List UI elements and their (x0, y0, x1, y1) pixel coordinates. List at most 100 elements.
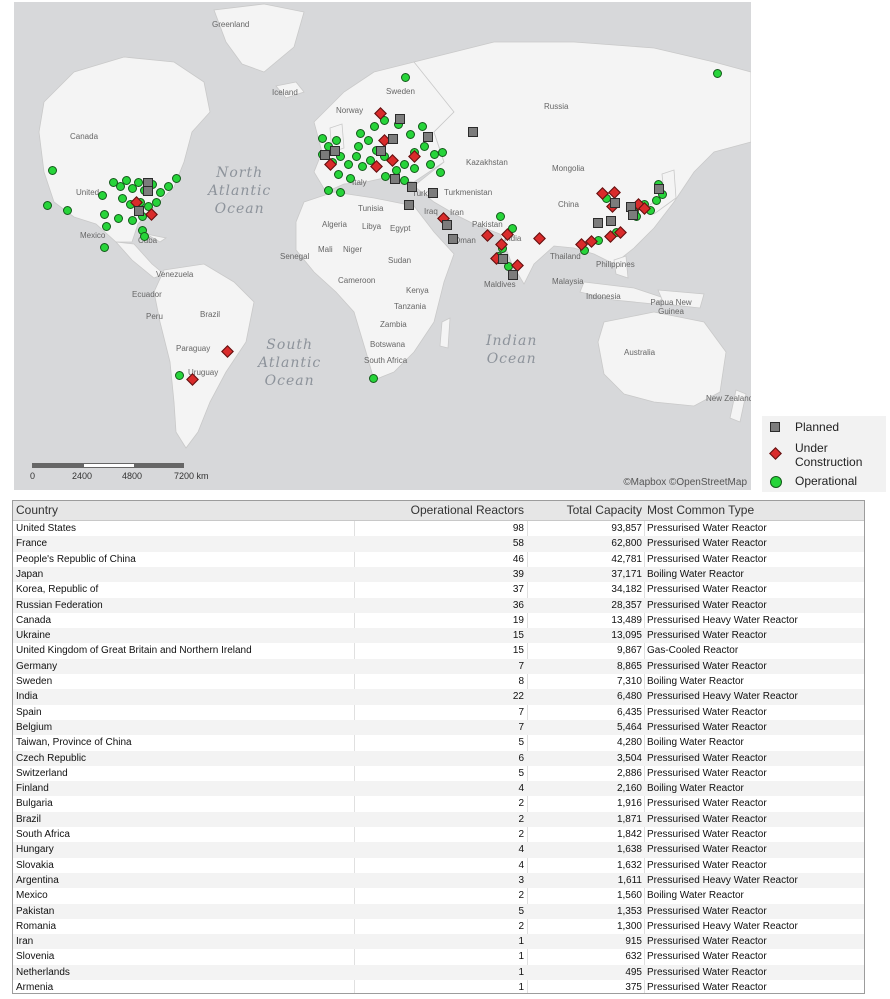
marker-operational[interactable] (410, 164, 419, 173)
marker-operational[interactable] (401, 73, 410, 82)
table-row[interactable]: Korea, Republic of 37 34,182 Pressurised Wa… (13, 582, 864, 597)
table-row[interactable]: Taiwan, Province of China 5 4,280 Boiling W… (13, 735, 864, 750)
header-operational-reactors[interactable]: Operational Reactors (411, 501, 524, 520)
marker-planned[interactable] (134, 206, 144, 216)
marker-operational[interactable] (156, 188, 165, 197)
marker-operational[interactable] (48, 166, 57, 175)
marker-planned[interactable] (390, 174, 400, 184)
marker-planned[interactable] (404, 200, 414, 210)
marker-operational[interactable] (426, 160, 435, 169)
marker-operational[interactable] (172, 174, 181, 183)
marker-operational[interactable] (420, 142, 429, 151)
table-row[interactable]: Slovenia 1 632 Pressurised Water Reactor (13, 949, 864, 964)
table-row[interactable]: Switzerland 5 2,886 Pressurised Water React… (13, 766, 864, 781)
table-row[interactable]: Germany 7 8,865 Pressurised Water Reactor (13, 658, 864, 674)
marker-operational[interactable] (436, 168, 445, 177)
table-row[interactable]: Belgium 7 5,464 Pressurised Water Reactor (13, 719, 864, 736)
marker-planned[interactable] (628, 210, 638, 220)
marker-planned[interactable] (395, 114, 405, 124)
table-row[interactable]: Hungary 4 1,638 Pressurised Water Reactor (13, 842, 864, 858)
marker-operational[interactable] (370, 122, 379, 131)
marker-operational[interactable] (100, 210, 109, 219)
world-map[interactable]: Greenland Iceland Sweden Norway Russia C… (14, 2, 751, 490)
marker-operational[interactable] (164, 182, 173, 191)
table-row[interactable]: Argentina 3 1,611 Pressurised Heavy Water R… (13, 872, 864, 889)
marker-operational[interactable] (152, 198, 161, 207)
marker-planned[interactable] (330, 146, 340, 156)
marker-planned[interactable] (606, 216, 616, 226)
marker-planned[interactable] (593, 218, 603, 228)
table-row[interactable]: Romania 2 1,300 Pressurised Heavy Water Rea… (13, 919, 864, 934)
marker-planned[interactable] (448, 234, 458, 244)
marker-operational[interactable] (175, 371, 184, 380)
marker-planned[interactable] (407, 182, 417, 192)
marker-operational[interactable] (336, 188, 345, 197)
marker-operational[interactable] (332, 136, 341, 145)
table-row[interactable]: Finland 4 2,160 Boiling Water Reactor (13, 781, 864, 797)
marker-operational[interactable] (406, 130, 415, 139)
table-row[interactable]: Armenia 1 375 Pressurised Water Reactor (13, 980, 864, 995)
marker-planned[interactable] (388, 134, 398, 144)
marker-operational[interactable] (140, 232, 149, 241)
table-row[interactable]: India 22 6,480 Pressurised Heavy Water Reac… (13, 689, 864, 705)
marker-operational[interactable] (438, 148, 447, 157)
header-country[interactable]: Country (16, 501, 58, 520)
table-row[interactable]: Czech Republic 6 3,504 Pressurised Water Re… (13, 750, 864, 766)
table-row[interactable]: Canada 19 13,489 Pressurised Heavy Water Re… (13, 613, 864, 628)
marker-operational[interactable] (63, 206, 72, 215)
table-row[interactable]: Iran 1 915 Pressurised Water Reactor (13, 934, 864, 950)
marker-operational[interactable] (102, 222, 111, 231)
marker-planned[interactable] (498, 254, 508, 264)
table-row[interactable]: Sweden 8 7,310 Boiling Water Reactor (13, 674, 864, 689)
table-row[interactable]: Pakistan 5 1,353 Pressurised Water Reactor (13, 903, 864, 919)
table-row[interactable]: Netherlands 1 495 Pressurised Water Reactor (13, 964, 864, 980)
marker-operational[interactable] (496, 212, 505, 221)
marker-planned[interactable] (143, 186, 153, 196)
marker-operational[interactable] (346, 174, 355, 183)
marker-operational[interactable] (128, 216, 137, 225)
marker-planned[interactable] (423, 132, 433, 142)
marker-operational[interactable] (354, 142, 363, 151)
map-attribution[interactable]: ©Mapbox ©OpenStreetMap (623, 477, 747, 488)
marker-planned[interactable] (508, 270, 518, 280)
marker-operational[interactable] (43, 201, 52, 210)
marker-operational[interactable] (364, 136, 373, 145)
header-most-common-type[interactable]: Most Common Type (647, 501, 754, 520)
table-row[interactable]: United Kingdom of Great Britain and Nort… (13, 643, 864, 658)
marker-planned[interactable] (376, 146, 386, 156)
marker-planned[interactable] (320, 150, 330, 160)
header-total-capacity[interactable]: Total Capacity (567, 501, 642, 520)
marker-operational[interactable] (356, 129, 365, 138)
table-row[interactable]: South Africa 2 1,842 Pressurised Water Reac… (13, 827, 864, 842)
marker-operational[interactable] (98, 191, 107, 200)
marker-operational[interactable] (418, 122, 427, 131)
marker-operational[interactable] (358, 162, 367, 171)
table-row[interactable]: France 58 62,800 Pressurised Water Reactor (13, 536, 864, 552)
table-row[interactable]: People's Republic of China 46 42,781 Pressu… (13, 552, 864, 567)
marker-operational[interactable] (334, 170, 343, 179)
marker-operational[interactable] (114, 214, 123, 223)
marker-operational[interactable] (713, 69, 722, 78)
marker-planned[interactable] (468, 127, 478, 137)
table-row[interactable]: Bulgaria 2 1,916 Pressurised Water Reactor (13, 796, 864, 811)
table-row[interactable]: Ukraine 15 13,095 Pressurised Water Reactor (13, 628, 864, 644)
marker-operational[interactable] (324, 186, 333, 195)
marker-operational[interactable] (344, 160, 353, 169)
marker-operational[interactable] (400, 160, 409, 169)
map-land-layer (38, 3, 751, 449)
marker-operational[interactable] (369, 374, 378, 383)
marker-operational[interactable] (381, 172, 390, 181)
marker-planned[interactable] (428, 188, 438, 198)
marker-operational[interactable] (100, 243, 109, 252)
marker-planned[interactable] (442, 220, 452, 230)
marker-operational[interactable] (352, 152, 361, 161)
table-row[interactable]: Mexico 2 1,560 Boiling Water Reactor (13, 888, 864, 903)
table-row[interactable]: Slovakia 4 1,632 Pressurised Water Reactor (13, 858, 864, 873)
marker-planned[interactable] (654, 184, 664, 194)
marker-planned[interactable] (610, 198, 620, 208)
table-row[interactable]: Spain 7 6,435 Pressurised Water Reactor (13, 705, 864, 720)
table-row[interactable]: United States 98 93,857 Pressurised Water R… (13, 521, 864, 536)
table-row[interactable]: Japan 39 37,171 Boiling Water Reactor (13, 566, 864, 583)
table-row[interactable]: Russian Federation 36 28,357 Pressurised Wa… (13, 597, 864, 613)
table-row[interactable]: Brazil 2 1,871 Pressurised Water Reactor (13, 811, 864, 827)
